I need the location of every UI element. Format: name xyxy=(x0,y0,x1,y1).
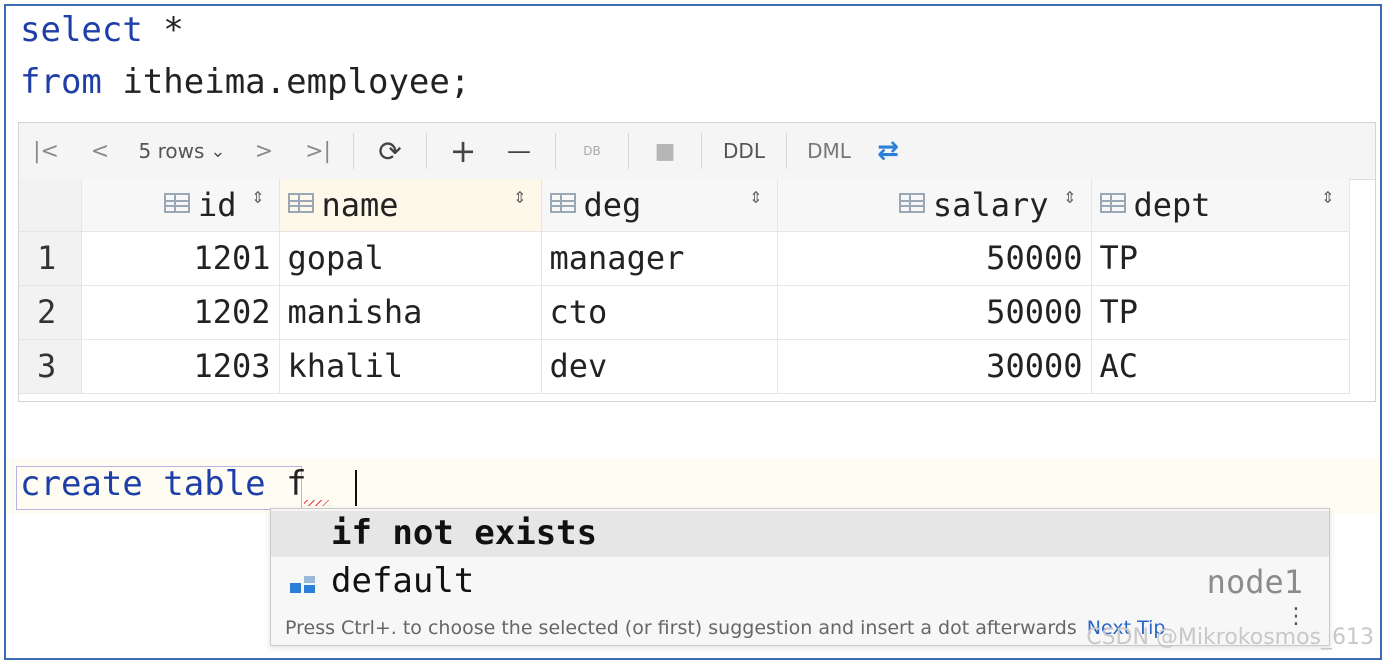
hint-text: Press Ctrl+. to choose the selected (or … xyxy=(285,617,1077,639)
column-header-name[interactable]: name ⇕ xyxy=(279,179,542,232)
suggestion-item[interactable]: default node1 xyxy=(271,559,1329,605)
cell-deg[interactable]: manager xyxy=(541,231,778,286)
toolbar-divider xyxy=(628,133,629,169)
suggestion-label: default xyxy=(331,561,475,601)
code-line-2[interactable]: from itheima.employee; xyxy=(20,62,470,102)
chevron-down-icon: ⌄ xyxy=(210,140,226,162)
column-label: id xyxy=(197,185,237,224)
from-rest: itheima.employee; xyxy=(101,62,471,102)
rows-label: 5 rows xyxy=(138,139,205,163)
column-icon xyxy=(549,192,576,213)
refresh-icon[interactable]: ⟳ xyxy=(362,123,418,179)
sort-icon[interactable]: ⇕ xyxy=(251,190,264,206)
sort-icon[interactable]: ⇕ xyxy=(513,190,526,206)
add-row-button[interactable]: + xyxy=(435,123,491,179)
table-row[interactable]: 3 1203 khalil dev 30000 AC xyxy=(19,339,1350,394)
delete-row-button[interactable]: — xyxy=(491,123,547,179)
column-header-deg[interactable]: deg ⇕ xyxy=(541,179,778,232)
autocomplete-hint: Press Ctrl+. to choose the selected (or … xyxy=(285,617,1165,639)
stop-icon[interactable]: ■ xyxy=(637,123,693,179)
results-grid: id ⇕ name ⇕ deg ⇕ salary ⇕ dept ⇕ 1 1201… xyxy=(19,179,1350,394)
cell-salary[interactable]: 50000 xyxy=(777,231,1092,286)
last-page-button[interactable]: >| xyxy=(291,123,345,179)
prev-page-button[interactable]: < xyxy=(73,123,127,179)
keyword-from: from xyxy=(20,62,102,102)
editor-frame: select * from itheima.employee; |< < 5 r… xyxy=(4,4,1382,660)
toolbar-divider xyxy=(701,133,702,169)
sort-icon[interactable]: ⇕ xyxy=(1063,190,1076,206)
dml-button[interactable]: DML xyxy=(795,123,863,179)
column-label: salary xyxy=(932,185,1049,224)
cell-dept[interactable]: TP xyxy=(1091,285,1350,340)
more-options-icon[interactable]: ⋮ xyxy=(1285,606,1307,628)
toolbar-divider xyxy=(426,133,427,169)
keyword-select: select xyxy=(20,10,143,50)
submit-db-icon[interactable]: DB xyxy=(564,123,620,179)
column-header-salary[interactable]: salary ⇕ xyxy=(777,179,1092,232)
cell-name[interactable]: khalil xyxy=(279,339,542,394)
watermark: CSDN @Mikrokosmos_613 xyxy=(1086,625,1374,650)
header-row: id ⇕ name ⇕ deg ⇕ salary ⇕ dept ⇕ xyxy=(19,179,1350,232)
sort-icon[interactable]: ⇕ xyxy=(1321,190,1334,206)
cell-dept[interactable]: TP xyxy=(1091,231,1350,286)
column-header-dept[interactable]: dept ⇕ xyxy=(1091,179,1350,232)
cell-name[interactable]: manisha xyxy=(279,285,542,340)
toolbar-divider xyxy=(786,133,787,169)
first-page-button[interactable]: |< xyxy=(19,123,73,179)
text-cursor xyxy=(355,470,357,506)
column-icon xyxy=(898,192,925,213)
sort-icon[interactable]: ⇕ xyxy=(749,190,762,206)
cell-id[interactable]: 1203 xyxy=(81,339,280,394)
ddl-button[interactable]: DDL xyxy=(710,123,778,179)
cell-name[interactable]: gopal xyxy=(279,231,542,286)
select-rest: * xyxy=(142,10,184,50)
rows-dropdown[interactable]: 5 rows ⌄ xyxy=(127,123,237,179)
code-line-1[interactable]: select * xyxy=(20,10,184,50)
results-panel: |< < 5 rows ⌄ > >| ⟳ + — DB ■ DDL DML ⇄ xyxy=(18,122,1376,402)
results-toolbar: |< < 5 rows ⌄ > >| ⟳ + — DB ■ DDL DML ⇄ xyxy=(19,123,1375,180)
column-label: name xyxy=(321,185,399,224)
cell-id[interactable]: 1201 xyxy=(81,231,280,286)
schema-icon xyxy=(290,576,315,593)
cell-deg[interactable]: cto xyxy=(541,285,778,340)
compare-icon[interactable]: ⇄ xyxy=(863,123,913,179)
row-number[interactable]: 3 xyxy=(19,339,82,394)
column-icon xyxy=(163,192,190,213)
cell-deg[interactable]: dev xyxy=(541,339,778,394)
row-number[interactable]: 2 xyxy=(19,285,82,340)
column-icon xyxy=(1099,192,1126,213)
column-header-id[interactable]: id ⇕ xyxy=(81,179,280,232)
cell-salary[interactable]: 50000 xyxy=(777,285,1092,340)
column-icon xyxy=(287,192,314,213)
suggestion-item-selected[interactable]: if not exists xyxy=(271,511,1329,557)
toolbar-divider xyxy=(555,133,556,169)
column-label: dept xyxy=(1133,185,1211,224)
column-label: deg xyxy=(583,185,642,224)
keyword-create-table: create table xyxy=(20,464,266,504)
cell-dept[interactable]: AC xyxy=(1091,339,1350,394)
suggestion-label: if not exists xyxy=(331,513,598,553)
code-line-create[interactable]: create table f xyxy=(20,464,307,504)
error-squiggle xyxy=(304,500,330,506)
suggestion-type: node1 xyxy=(1206,563,1303,601)
typed-text: f xyxy=(265,464,307,504)
toolbar-divider xyxy=(353,133,354,169)
row-number[interactable]: 1 xyxy=(19,231,82,286)
table-row[interactable]: 1 1201 gopal manager 50000 TP xyxy=(19,231,1350,286)
cell-id[interactable]: 1202 xyxy=(81,285,280,340)
table-row[interactable]: 2 1202 manisha cto 50000 TP xyxy=(19,285,1350,340)
corner-cell xyxy=(19,179,82,232)
cell-salary[interactable]: 30000 xyxy=(777,339,1092,394)
next-page-button[interactable]: > xyxy=(237,123,291,179)
